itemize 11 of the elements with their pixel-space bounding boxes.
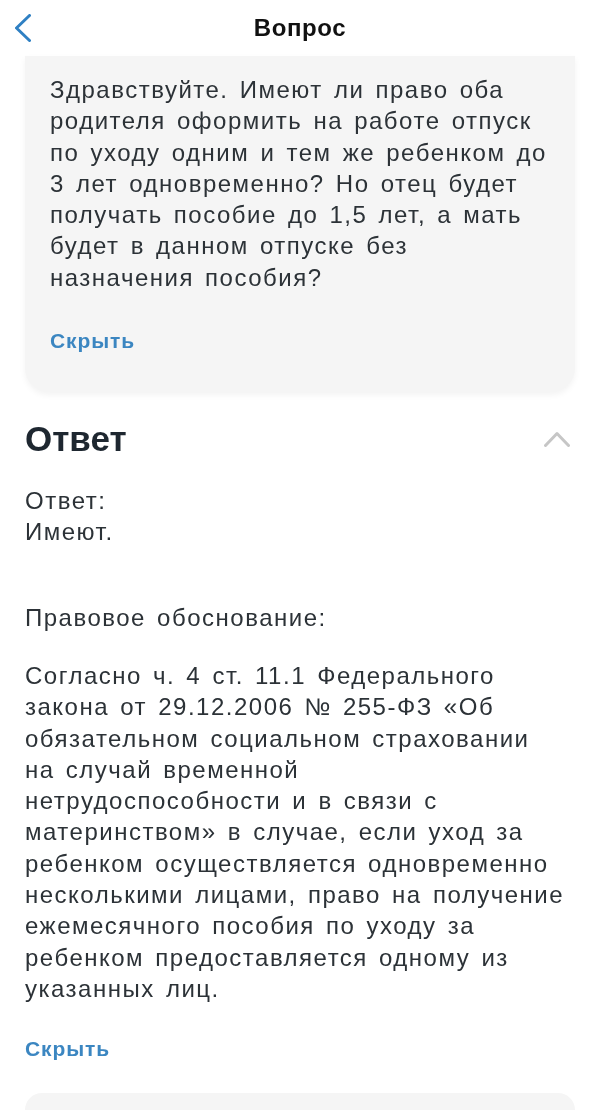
question-text: Здравствуйте. Имеют ли право оба родителя оформить на работе отпуск по уходу одним и тем же ребенком до 3 лет одновременно? Но отец будет получать пособие до 1,5 лет, а мать будет в данном отпуске без назначения пособия? — [50, 75, 548, 293]
chevron-up-icon — [544, 431, 570, 448]
basis-label: Правовое обоснование: — [25, 602, 328, 633]
section-title: Ответ — [25, 419, 127, 460]
hide-link[interactable]: Скрыть — [25, 1037, 111, 1062]
hide-link[interactable]: Скрыть — [50, 329, 136, 354]
back-chevron-icon — [15, 14, 31, 42]
page-title: Вопрос — [253, 13, 347, 43]
basis-text: Согласно ч. 4 ст. 11.1 Федерального закона от 29.12.2006 № 255-ФЗ «Об обязательном социальном страховании на случай временной нетрудоспособности и в связи с материнством» в случае, если уход за ребенком осуществляется одновременно несколькими лицами, право на получение ежемесячного пособия по уходу за ребенком предоставляется одному из указанных лиц. — [25, 660, 566, 1004]
answer-text: Имеют. — [25, 517, 115, 548]
answer-label: Ответ: — [25, 486, 108, 517]
